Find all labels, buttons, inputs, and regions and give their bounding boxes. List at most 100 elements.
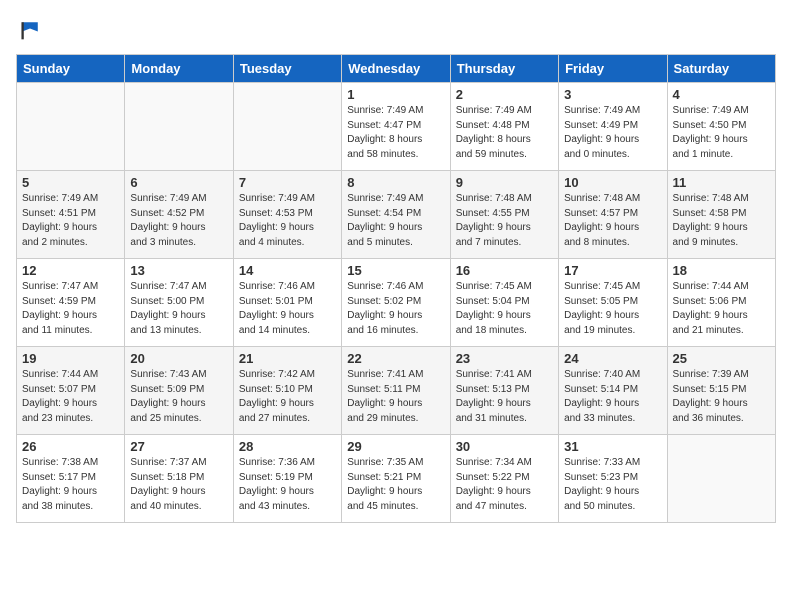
day-info: Sunrise: 7:46 AM Sunset: 5:01 PM Dayligh…: [239, 280, 336, 338]
week-row-5: 26Sunrise: 7:38 AM Sunset: 5:17 PM Dayli…: [17, 435, 776, 523]
week-row-3: 12 Sunrise: 7:47 AM Sunset: 4:59 PM Dayli…: [17, 259, 776, 347]
day-info: Sunrise: 7:49 AM Sunset: 4:52 PM Dayligh…: [130, 192, 227, 250]
day-number: 7: [239, 175, 336, 190]
day-info: Sunrise: 7:49 AM Sunset: 4:47 PM Dayligh…: [347, 104, 444, 162]
day-info: Sunrise: 7:49 AM Sunset: 4:54 PM Dayligh…: [347, 192, 444, 250]
day-number: 14: [239, 263, 336, 278]
calendar-cell: 31Sunrise: 7:33 AM Sunset: 5:23 PM Dayli…: [559, 435, 667, 523]
day-number: 24: [564, 351, 661, 366]
calendar-cell: [17, 83, 125, 171]
day-info: Sunrise: 7:39 AM Sunset: 5:15 PM Dayligh…: [673, 368, 770, 426]
day-number: 8: [347, 175, 444, 190]
day-info: Sunrise: 7:41 AM Sunset: 5:13 PM Dayligh…: [456, 368, 553, 426]
day-info: Sunrise: 7:33 AM Sunset: 5:23 PM Dayligh…: [564, 456, 661, 514]
day-info: Sunrise: 7:44 AM Sunset: 5:07 PM Dayligh…: [22, 368, 119, 426]
calendar-cell: 11 Sunrise: 7:48 AM Sunset: 4:58 PM Dayli…: [667, 171, 775, 259]
weekday-header-tuesday: Tuesday: [233, 55, 341, 83]
day-number: 17: [564, 263, 661, 278]
day-number: 13: [130, 263, 227, 278]
header: [16, 16, 776, 44]
day-info: Sunrise: 7:49 AM Sunset: 4:49 PM Dayligh…: [564, 104, 661, 162]
calendar-cell: 20Sunrise: 7:43 AM Sunset: 5:09 PM Dayli…: [125, 347, 233, 435]
calendar-cell: 22 Sunrise: 7:41 AM Sunset: 5:11 PM Dayli…: [342, 347, 450, 435]
day-number: 18: [673, 263, 770, 278]
day-info: Sunrise: 7:45 AM Sunset: 5:04 PM Dayligh…: [456, 280, 553, 338]
day-number: 25: [673, 351, 770, 366]
calendar-cell: 29Sunrise: 7:35 AM Sunset: 5:21 PM Dayli…: [342, 435, 450, 523]
calendar-table: SundayMondayTuesdayWednesdayThursdayFrid…: [16, 54, 776, 523]
calendar-cell: 30 Sunrise: 7:34 AM Sunset: 5:22 PM Dayli…: [450, 435, 558, 523]
day-info: Sunrise: 7:43 AM Sunset: 5:09 PM Dayligh…: [130, 368, 227, 426]
day-info: Sunrise: 7:45 AM Sunset: 5:05 PM Dayligh…: [564, 280, 661, 338]
calendar-cell: [233, 83, 341, 171]
calendar-cell: 14 Sunrise: 7:46 AM Sunset: 5:01 PM Dayli…: [233, 259, 341, 347]
weekday-header-saturday: Saturday: [667, 55, 775, 83]
day-info: Sunrise: 7:41 AM Sunset: 5:11 PM Dayligh…: [347, 368, 444, 426]
calendar-cell: 2 Sunrise: 7:49 AM Sunset: 4:48 PM Daylig…: [450, 83, 558, 171]
calendar-cell: [667, 435, 775, 523]
calendar-cell: 21 Sunrise: 7:42 AM Sunset: 5:10 PM Dayli…: [233, 347, 341, 435]
weekday-header-wednesday: Wednesday: [342, 55, 450, 83]
weekday-header-thursday: Thursday: [450, 55, 558, 83]
day-info: Sunrise: 7:47 AM Sunset: 4:59 PM Dayligh…: [22, 280, 119, 338]
calendar-cell: [125, 83, 233, 171]
calendar-cell: 5 Sunrise: 7:49 AM Sunset: 4:51 PM Daylig…: [17, 171, 125, 259]
day-info: Sunrise: 7:47 AM Sunset: 5:00 PM Dayligh…: [130, 280, 227, 338]
calendar-cell: 16Sunrise: 7:45 AM Sunset: 5:04 PM Dayli…: [450, 259, 558, 347]
day-info: Sunrise: 7:34 AM Sunset: 5:22 PM Dayligh…: [456, 456, 553, 514]
day-number: 5: [22, 175, 119, 190]
calendar-cell: 10Sunrise: 7:48 AM Sunset: 4:57 PM Dayli…: [559, 171, 667, 259]
day-number: 22: [347, 351, 444, 366]
day-number: 1: [347, 87, 444, 102]
day-number: 23: [456, 351, 553, 366]
day-number: 27: [130, 439, 227, 454]
calendar-cell: 25 Sunrise: 7:39 AM Sunset: 5:15 PM Dayli…: [667, 347, 775, 435]
calendar-cell: 13 Sunrise: 7:47 AM Sunset: 5:00 PM Dayli…: [125, 259, 233, 347]
weekday-header-monday: Monday: [125, 55, 233, 83]
day-info: Sunrise: 7:49 AM Sunset: 4:50 PM Dayligh…: [673, 104, 770, 162]
day-info: Sunrise: 7:49 AM Sunset: 4:48 PM Dayligh…: [456, 104, 553, 162]
day-number: 21: [239, 351, 336, 366]
weekday-header-row: SundayMondayTuesdayWednesdayThursdayFrid…: [17, 55, 776, 83]
calendar-cell: 28 Sunrise: 7:36 AM Sunset: 5:19 PM Dayli…: [233, 435, 341, 523]
calendar-cell: 3 Sunrise: 7:49 AM Sunset: 4:49 PM Daylig…: [559, 83, 667, 171]
day-number: 28: [239, 439, 336, 454]
calendar-cell: 12 Sunrise: 7:47 AM Sunset: 4:59 PM Dayli…: [17, 259, 125, 347]
day-number: 30: [456, 439, 553, 454]
day-number: 15: [347, 263, 444, 278]
calendar-cell: 9 Sunrise: 7:48 AM Sunset: 4:55 PM Daylig…: [450, 171, 558, 259]
day-number: 12: [22, 263, 119, 278]
day-info: Sunrise: 7:46 AM Sunset: 5:02 PM Dayligh…: [347, 280, 444, 338]
week-row-4: 19Sunrise: 7:44 AM Sunset: 5:07 PM Dayli…: [17, 347, 776, 435]
day-number: 26: [22, 439, 119, 454]
calendar-cell: 15 Sunrise: 7:46 AM Sunset: 5:02 PM Dayli…: [342, 259, 450, 347]
day-info: Sunrise: 7:49 AM Sunset: 4:51 PM Dayligh…: [22, 192, 119, 250]
calendar-cell: 27 Sunrise: 7:37 AM Sunset: 5:18 PM Dayli…: [125, 435, 233, 523]
calendar-cell: 26Sunrise: 7:38 AM Sunset: 5:17 PM Dayli…: [17, 435, 125, 523]
weekday-header-friday: Friday: [559, 55, 667, 83]
calendar-cell: 4Sunrise: 7:49 AM Sunset: 4:50 PM Daylig…: [667, 83, 775, 171]
week-row-1: 1 Sunrise: 7:49 AM Sunset: 4:47 PM Daylig…: [17, 83, 776, 171]
calendar-cell: 7Sunrise: 7:49 AM Sunset: 4:53 PM Daylig…: [233, 171, 341, 259]
week-row-2: 5 Sunrise: 7:49 AM Sunset: 4:51 PM Daylig…: [17, 171, 776, 259]
day-number: 9: [456, 175, 553, 190]
day-number: 3: [564, 87, 661, 102]
day-info: Sunrise: 7:48 AM Sunset: 4:55 PM Dayligh…: [456, 192, 553, 250]
day-info: Sunrise: 7:37 AM Sunset: 5:18 PM Dayligh…: [130, 456, 227, 514]
day-number: 2: [456, 87, 553, 102]
day-number: 29: [347, 439, 444, 454]
calendar-cell: 1 Sunrise: 7:49 AM Sunset: 4:47 PM Daylig…: [342, 83, 450, 171]
calendar-cell: 19Sunrise: 7:44 AM Sunset: 5:07 PM Dayli…: [17, 347, 125, 435]
day-info: Sunrise: 7:44 AM Sunset: 5:06 PM Dayligh…: [673, 280, 770, 338]
day-number: 6: [130, 175, 227, 190]
calendar-cell: 18 Sunrise: 7:44 AM Sunset: 5:06 PM Dayli…: [667, 259, 775, 347]
day-info: Sunrise: 7:48 AM Sunset: 4:58 PM Dayligh…: [673, 192, 770, 250]
generalblue-logo-icon: [16, 16, 44, 44]
day-info: Sunrise: 7:42 AM Sunset: 5:10 PM Dayligh…: [239, 368, 336, 426]
day-info: Sunrise: 7:48 AM Sunset: 4:57 PM Dayligh…: [564, 192, 661, 250]
day-info: Sunrise: 7:36 AM Sunset: 5:19 PM Dayligh…: [239, 456, 336, 514]
logo: [16, 16, 48, 44]
calendar-cell: 6 Sunrise: 7:49 AM Sunset: 4:52 PM Daylig…: [125, 171, 233, 259]
day-number: 11: [673, 175, 770, 190]
calendar-cell: 24Sunrise: 7:40 AM Sunset: 5:14 PM Dayli…: [559, 347, 667, 435]
